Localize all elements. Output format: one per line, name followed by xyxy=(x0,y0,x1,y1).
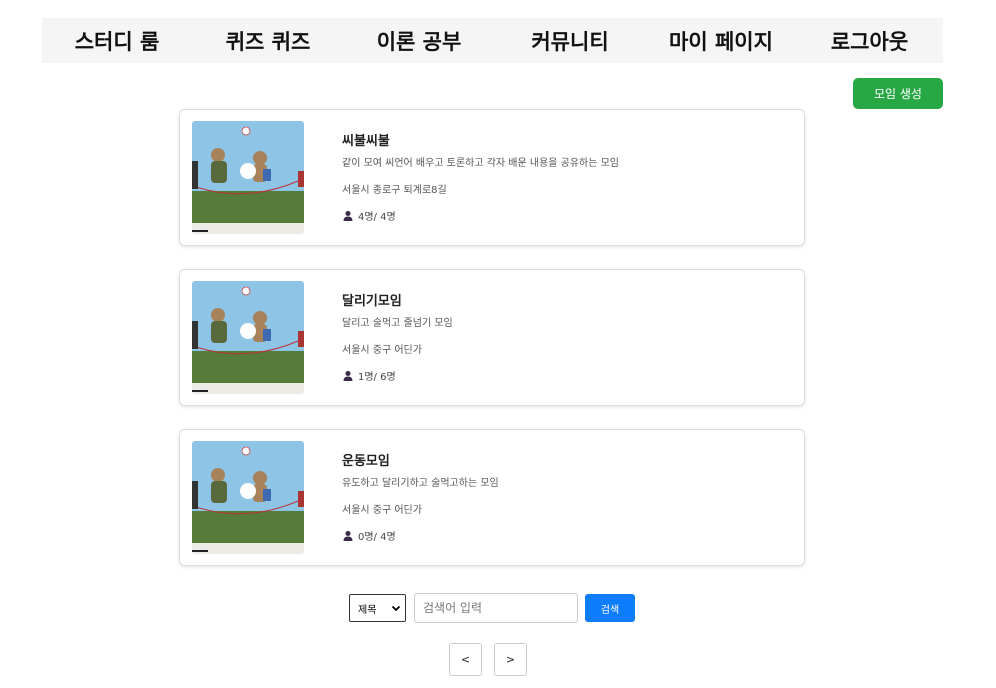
prev-page-button[interactable]: < xyxy=(449,643,482,676)
search-type-value: 제목 xyxy=(358,604,377,616)
member-count-text: 0명/ 4명 xyxy=(358,532,396,543)
nav-item-quiz[interactable]: 퀴즈 퀴즈 xyxy=(192,26,344,56)
group-title: 운동모임 xyxy=(342,454,390,469)
bears-jump-rope-image xyxy=(192,121,304,234)
nav-item-logout[interactable]: 로그아웃 xyxy=(796,26,943,56)
group-member-count: 4명/ 4명 xyxy=(342,208,396,223)
search-type-select[interactable]: 제목 xyxy=(349,594,406,622)
group-location: 서울시 중구 어딘가 xyxy=(342,505,422,516)
group-title: 달리기모임 xyxy=(342,294,402,309)
nav-item-theory[interactable]: 이론 공부 xyxy=(344,26,494,56)
group-description: 유도하고 달리기하고 술먹고하는 모임 xyxy=(342,478,499,489)
nav-item-my-page[interactable]: 마이 페이지 xyxy=(646,26,796,56)
bears-jump-rope-image xyxy=(192,441,304,554)
nav-item-community[interactable]: 커뮤니티 xyxy=(494,26,646,56)
group-description: 같이 모여 씨언어 배우고 토론하고 각자 배운 내용을 공유하는 모임 xyxy=(342,158,620,169)
next-page-button[interactable]: > xyxy=(494,643,527,676)
group-description: 달리고 술먹고 줄넘기 모임 xyxy=(342,318,453,329)
group-member-count: 0명/ 4명 xyxy=(342,528,396,543)
search-bar: 제목 검색 xyxy=(349,593,635,623)
group-card[interactable]: 운동모임 유도하고 달리기하고 술먹고하는 모임 서울시 중구 어딘가 0명/ … xyxy=(179,429,805,566)
group-location: 서울시 종로구 퇴계로8길 xyxy=(342,185,447,196)
member-count-text: 4명/ 4명 xyxy=(358,212,396,223)
nav-item-study-room[interactable]: 스터디 룸 xyxy=(42,26,192,56)
group-card[interactable]: 씨불씨불 같이 모여 씨언어 배우고 토론하고 각자 배운 내용을 공유하는 모… xyxy=(179,109,805,246)
group-title: 씨불씨불 xyxy=(342,134,390,149)
person-icon xyxy=(343,530,353,541)
create-group-button[interactable]: 모임 생성 xyxy=(853,78,943,109)
person-icon xyxy=(343,370,353,381)
group-member-count: 1명/ 6명 xyxy=(342,368,396,383)
group-location: 서울시 중구 어딘가 xyxy=(342,345,422,356)
group-card[interactable]: 달리기모임 달리고 술먹고 줄넘기 모임 서울시 중구 어딘가 1명/ 6명 xyxy=(179,269,805,406)
search-input[interactable] xyxy=(414,593,578,623)
chevron-down-icon xyxy=(391,605,401,612)
person-icon xyxy=(343,210,353,221)
search-button[interactable]: 검색 xyxy=(585,594,635,622)
member-count-text: 1명/ 6명 xyxy=(358,372,396,383)
bears-jump-rope-image xyxy=(192,281,304,394)
top-nav: 스터디 룸 퀴즈 퀴즈 이론 공부 커뮤니티 마이 페이지 로그아웃 xyxy=(42,18,943,63)
